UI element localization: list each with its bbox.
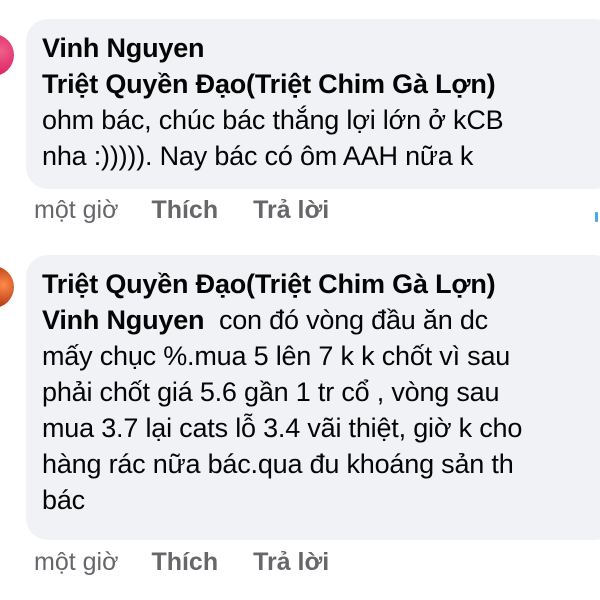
comment-actions: một giờ Thích Trả lời: [34, 196, 329, 225]
comment-text-line: mấy chục %.mua 5 lên 7 k k chốt vì sau: [42, 341, 511, 371]
comment-text: con đó vòng đầu ăn dc: [218, 305, 488, 335]
comment-text-line: mua 3.7 lại cats lỗ 3.4 vãi thiệt, giờ k…: [42, 413, 523, 443]
scroll-indicator: [595, 212, 598, 222]
comment-actions: một giờ Thích Trả lời: [34, 548, 329, 577]
comment-thread: Vinh Nguyen Triệt Quyền Đạo(Triệt Chim G…: [0, 0, 600, 600]
like-button[interactable]: Thích: [151, 548, 218, 577]
comment-mention[interactable]: Vinh Nguyen: [42, 305, 205, 335]
comment-text-line: phải chốt giá 5.6 gần 1 tr cổ , vòng sau: [42, 377, 500, 407]
avatar[interactable]: [0, 266, 14, 308]
comment-text-line: Vinh Nguyen con đó vòng đầu ăn dc: [42, 302, 596, 338]
reply-button[interactable]: Trả lời: [253, 548, 329, 577]
reply-button[interactable]: Trả lời: [253, 196, 329, 225]
comment-author[interactable]: Triệt Quyền Đạo(Triệt Chim Gà Lợn): [42, 266, 596, 302]
comment-text-line: bác: [42, 485, 85, 515]
comment-timestamp[interactable]: một giờ: [34, 548, 118, 577]
comment-timestamp[interactable]: một giờ: [34, 196, 118, 225]
comment-mention[interactable]: Triệt Quyền Đạo(Triệt Chim Gà Lợn): [42, 66, 596, 102]
comment-text-line: ohm bác, chúc bác thắng lợi lớn ở kCB: [42, 105, 504, 135]
like-button[interactable]: Thích: [151, 196, 218, 225]
comment-text-line: hàng rác nữa bác.qua đu khoáng sản th: [42, 449, 514, 479]
comment-bubble: Triệt Quyền Đạo(Triệt Chim Gà Lợn) Vinh …: [26, 255, 600, 540]
comment-bubble: Vinh Nguyen Triệt Quyền Đạo(Triệt Chim G…: [26, 19, 600, 189]
comment-author[interactable]: Vinh Nguyen: [42, 30, 596, 66]
comment-text-line: nha :))))). Nay bác có ôm AAH nữa k: [42, 141, 474, 171]
avatar[interactable]: [0, 34, 14, 76]
